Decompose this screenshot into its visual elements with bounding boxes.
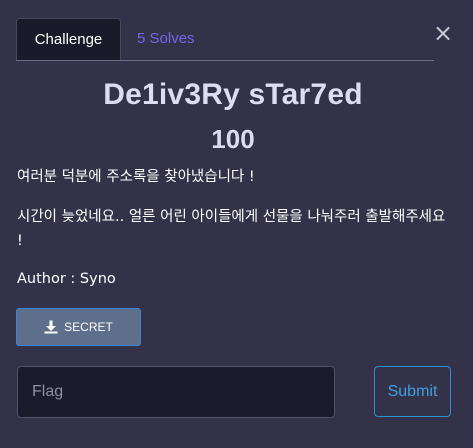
download-icon	[44, 320, 58, 334]
close-icon: ×	[433, 19, 454, 47]
submit-button[interactable]: Submit	[374, 366, 451, 417]
secret-file-button[interactable]: SECRET	[16, 308, 141, 346]
close-button[interactable]: ×	[433, 19, 454, 47]
tab-solves[interactable]: 5 Solves	[137, 18, 195, 60]
secret-file-label: SECRET	[64, 320, 113, 334]
challenge-author: Author : Syno	[17, 271, 116, 287]
challenge-description-line: 시간이 늦었네요.. 얼른 어린 아이들에게 선물을 나눠주러 출발해주세요 !	[17, 209, 446, 249]
challenge-tabs: Challenge 5 Solves	[16, 18, 434, 61]
tab-challenge[interactable]: Challenge	[16, 18, 121, 60]
challenge-value: 100	[211, 124, 255, 154]
challenge-description-line: 여러분 덕분에 주소록을 찾아냈습니다 !	[17, 169, 255, 185]
flag-input[interactable]	[17, 366, 335, 418]
challenge-title: De1iv3Ry sTar7ed	[103, 78, 363, 111]
